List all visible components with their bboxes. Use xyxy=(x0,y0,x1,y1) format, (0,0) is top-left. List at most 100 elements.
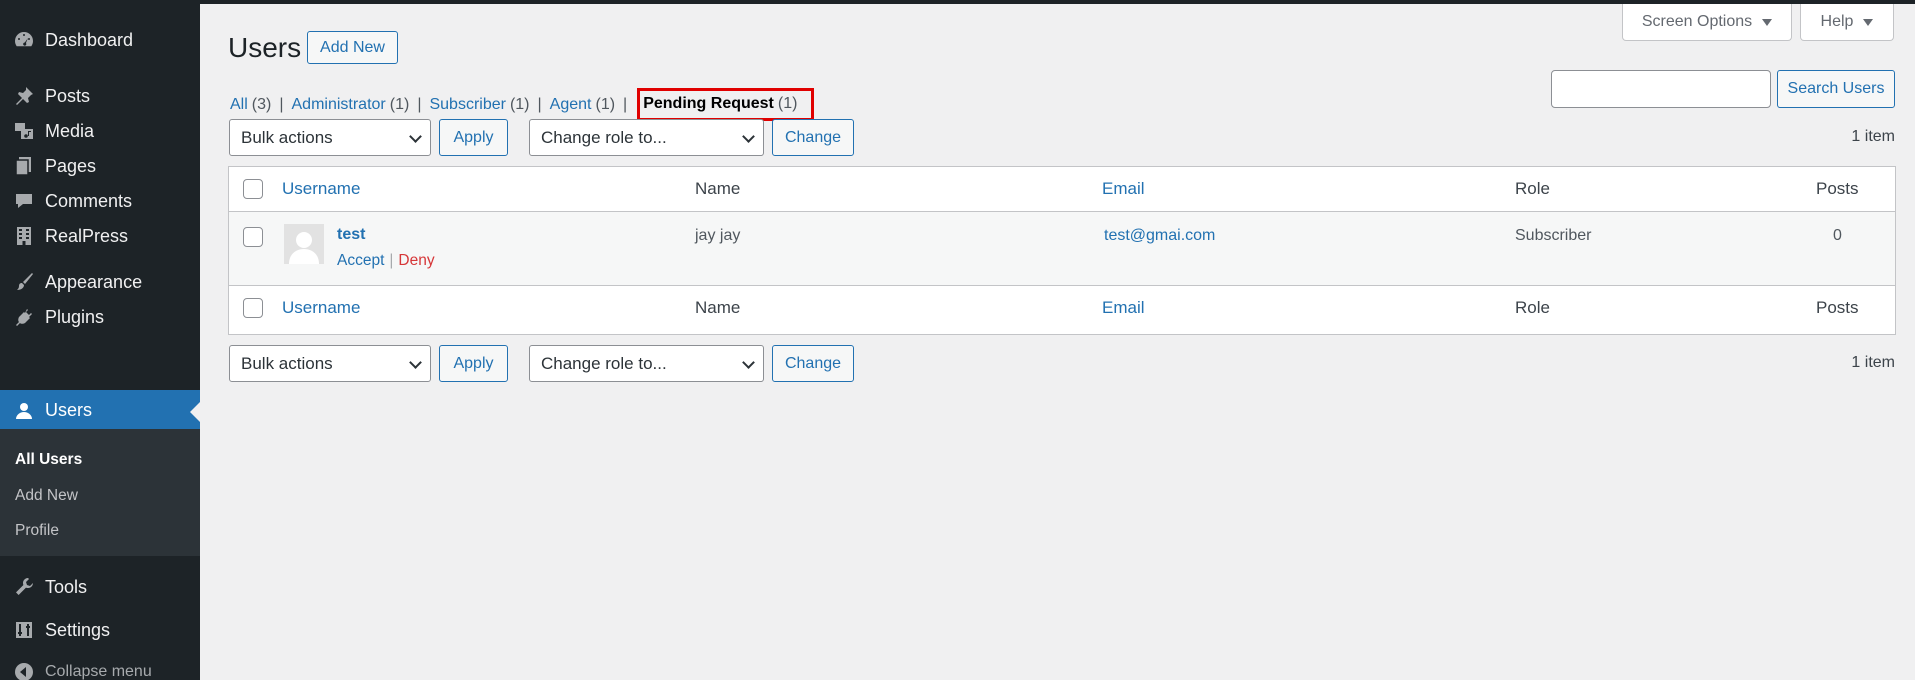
table-footer-row: Username Name Email Role Posts xyxy=(229,285,1895,330)
collapse-menu-label: Collapse menu xyxy=(45,663,152,680)
view-all[interactable]: All (3) xyxy=(230,96,271,114)
select-all-checkbox[interactable] xyxy=(243,179,263,199)
search-users-button[interactable]: Search Users xyxy=(1777,70,1895,108)
view-separator: | xyxy=(623,95,628,113)
search-users-input[interactable] xyxy=(1551,70,1771,108)
bulk-actions-value: Bulk actions xyxy=(241,127,333,147)
submenu-profile[interactable]: Profile xyxy=(15,522,59,540)
sidebar-item-users[interactable]: Users xyxy=(0,390,200,431)
sidebar-item-label: Settings xyxy=(45,619,111,640)
sidebar-item-comments[interactable]: Comments xyxy=(0,181,200,221)
row-actions: Accept | Deny xyxy=(337,252,435,270)
sidebar-item-label: Tools xyxy=(45,576,88,597)
column-header-username[interactable]: Username xyxy=(282,179,360,199)
sidebar-item-media[interactable]: Media xyxy=(0,111,200,151)
dashboard-icon xyxy=(11,29,37,51)
screen-options-label: Screen Options xyxy=(1641,13,1753,30)
cell-email-link[interactable]: test@gmai.com xyxy=(1104,227,1215,245)
help-button[interactable]: Help xyxy=(1800,4,1894,41)
apply-label: Apply xyxy=(453,354,494,372)
column-footer-name: Name xyxy=(695,298,741,317)
view-agent[interactable]: Agent (1) xyxy=(550,96,615,114)
pages-icon xyxy=(11,155,37,177)
add-new-label: Add New xyxy=(320,38,385,56)
plug-icon xyxy=(11,306,37,328)
sidebar-item-dashboard[interactable]: Dashboard xyxy=(0,20,200,60)
sidebar-item-plugins[interactable]: Plugins xyxy=(0,297,200,337)
sidebar-item-label: Media xyxy=(45,120,95,141)
sidebar-item-posts[interactable]: Posts xyxy=(0,76,200,116)
sidebar-item-label: Appearance xyxy=(45,271,143,292)
avatar xyxy=(284,224,324,264)
add-new-user-button[interactable]: Add New xyxy=(307,31,398,64)
view-subscriber[interactable]: Subscriber (1) xyxy=(429,96,529,114)
sidebar-item-label: Plugins xyxy=(45,306,105,327)
sidebar-item-label: Pages xyxy=(45,155,97,176)
highlight-box: Pending Request (1) xyxy=(637,88,815,121)
bulk-actions-value: Bulk actions xyxy=(241,353,333,373)
sidebar-item-realpress[interactable]: RealPress xyxy=(0,216,200,256)
submenu-add-new[interactable]: Add New xyxy=(15,487,78,505)
screen-options-button[interactable]: Screen Options xyxy=(1622,4,1792,41)
deny-link[interactable]: Deny xyxy=(398,252,434,270)
caret-down-icon xyxy=(1863,18,1874,26)
chevron-down-icon xyxy=(409,356,422,369)
building-icon xyxy=(11,225,37,247)
sidebar-item-appearance[interactable]: Appearance xyxy=(0,262,200,302)
submenu-all-users[interactable]: All Users xyxy=(15,451,82,469)
sidebar-item-label: Dashboard xyxy=(45,29,134,50)
bulk-actions-select-top[interactable]: Bulk actions xyxy=(229,119,431,156)
view-separator: | xyxy=(537,95,542,113)
collapse-arrow-icon xyxy=(11,661,37,680)
column-footer-username[interactable]: Username xyxy=(282,298,360,318)
column-footer-role: Role xyxy=(1515,298,1550,317)
change-role-value: Change role to... xyxy=(541,353,667,373)
cell-name: jay jay xyxy=(695,227,741,244)
paintbrush-icon xyxy=(11,271,37,293)
users-table: Username Name Email Role Posts test Acce… xyxy=(228,166,1896,335)
pushpin-icon xyxy=(11,85,37,107)
apply-button-bottom[interactable]: Apply xyxy=(439,345,508,382)
change-label: Change xyxy=(784,354,842,372)
sidebar-item-pages[interactable]: Pages xyxy=(0,146,200,186)
column-footer-email[interactable]: Email xyxy=(1102,298,1145,318)
column-footer-posts: Posts xyxy=(1816,298,1859,317)
help-label: Help xyxy=(1820,13,1854,30)
change-role-select-top[interactable]: Change role to... xyxy=(529,119,764,156)
cell-posts: 0 xyxy=(1833,227,1842,244)
chevron-down-icon xyxy=(742,356,755,369)
view-separator: | xyxy=(279,95,284,113)
change-role-value: Change role to... xyxy=(541,127,667,147)
table-header-row: Username Name Email Role Posts xyxy=(229,167,1895,212)
view-separator: | xyxy=(417,95,422,113)
cell-role: Subscriber xyxy=(1515,227,1592,244)
user-role-filter-views: All (3) | Administrator (1) | Subscriber (1… xyxy=(230,88,815,121)
search-users-label: Search Users xyxy=(1787,80,1885,97)
username-link[interactable]: test xyxy=(337,226,365,244)
view-pending-request[interactable]: Pending Request (1) xyxy=(643,95,797,112)
change-button-top[interactable]: Change xyxy=(772,119,854,156)
collapse-menu-button[interactable]: Collapse menu xyxy=(0,652,200,680)
bulk-actions-select-bottom[interactable]: Bulk actions xyxy=(229,345,431,382)
change-label: Change xyxy=(784,128,842,146)
column-header-email[interactable]: Email xyxy=(1102,179,1145,199)
column-header-posts: Posts xyxy=(1816,179,1859,198)
row-checkbox[interactable] xyxy=(243,227,263,247)
sidebar-item-settings[interactable]: Settings xyxy=(0,610,200,650)
page-title: Users xyxy=(228,32,302,63)
chevron-down-icon xyxy=(409,130,422,143)
change-button-bottom[interactable]: Change xyxy=(772,345,854,382)
column-header-role: Role xyxy=(1515,179,1550,198)
items-count-bottom: 1 item xyxy=(1851,354,1895,371)
accept-link[interactable]: Accept xyxy=(337,252,384,270)
change-role-select-bottom[interactable]: Change role to... xyxy=(529,345,764,382)
column-header-name: Name xyxy=(695,179,741,198)
action-separator: | xyxy=(389,252,394,269)
view-administrator[interactable]: Administrator (1) xyxy=(292,96,410,114)
sliders-icon xyxy=(11,619,37,641)
main-content: Screen Options Help Users Add New All (3)… xyxy=(200,4,1915,680)
sidebar-item-label: Comments xyxy=(45,190,133,211)
select-all-checkbox-footer[interactable] xyxy=(243,298,263,318)
sidebar-item-tools[interactable]: Tools xyxy=(0,567,200,607)
apply-button-top[interactable]: Apply xyxy=(439,119,508,156)
